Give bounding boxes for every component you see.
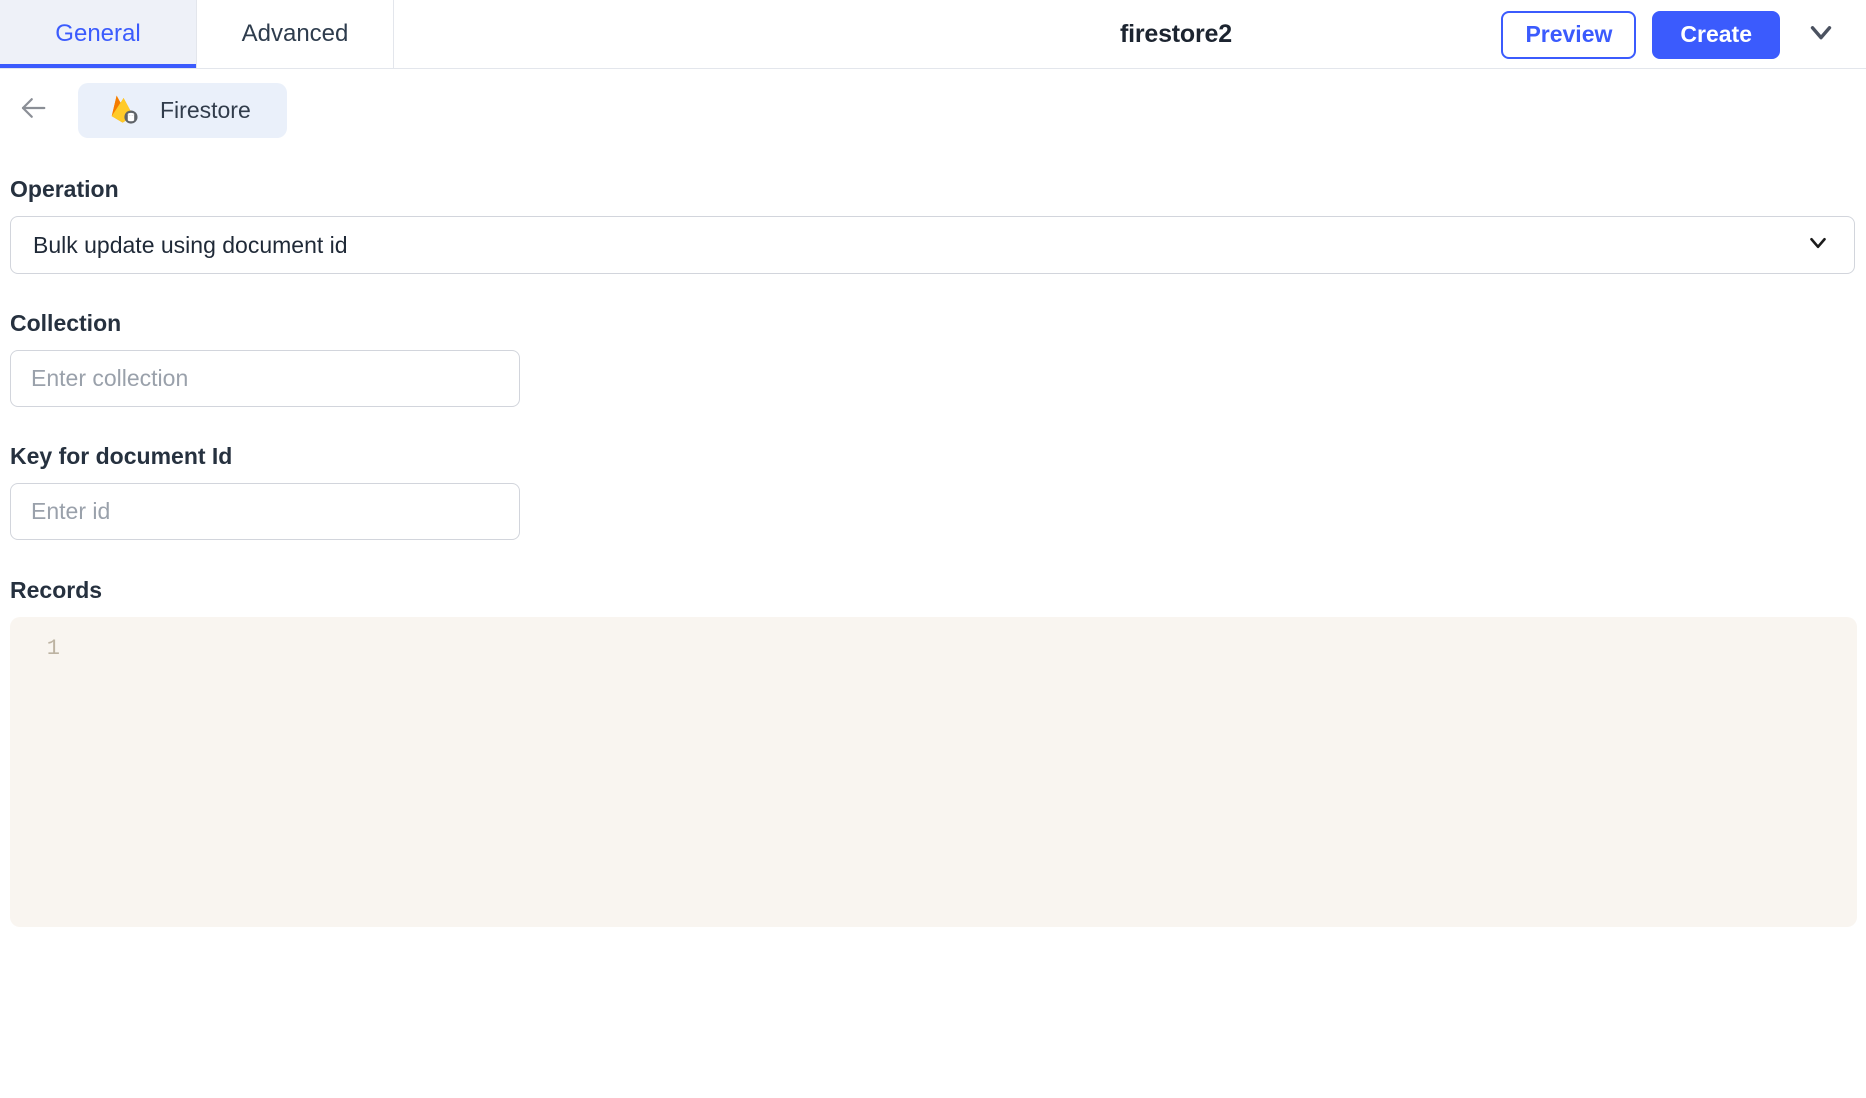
- records-code-input[interactable]: [76, 634, 1857, 927]
- tab-general[interactable]: General: [0, 0, 196, 68]
- records-label: Records: [10, 577, 1856, 604]
- breadcrumb-item-label: Firestore: [160, 97, 251, 124]
- chevron-down-icon: [1804, 15, 1838, 54]
- line-number: 1: [47, 634, 60, 664]
- breadcrumb-item-firestore[interactable]: Firestore: [78, 83, 287, 138]
- editor-gutter: 1: [10, 617, 76, 927]
- document-key-label: Key for document Id: [10, 443, 1856, 470]
- firebase-firestore-icon: [108, 93, 138, 127]
- records-code-editor[interactable]: 1: [10, 617, 1857, 927]
- operation-select-wrapper: Bulk update using document id: [10, 216, 1855, 274]
- collection-label: Collection: [10, 310, 1856, 337]
- tab-general-label: General: [55, 20, 140, 48]
- create-button[interactable]: Create: [1652, 11, 1780, 59]
- field-group-document-key: Key for document Id: [10, 443, 1856, 540]
- app-header: General Advanced firestore2 Preview Crea…: [0, 0, 1866, 69]
- operation-label: Operation: [10, 176, 1856, 203]
- settings-form: Operation Bulk update using document id …: [0, 176, 1866, 927]
- tab-advanced[interactable]: Advanced: [197, 0, 393, 68]
- field-group-records: Records 1: [10, 577, 1856, 927]
- field-group-operation: Operation Bulk update using document id: [10, 176, 1856, 274]
- field-group-collection: Collection: [10, 310, 1856, 407]
- document-key-input[interactable]: [10, 483, 520, 540]
- collapse-panel-button[interactable]: [1798, 12, 1844, 58]
- preview-button[interactable]: Preview: [1501, 11, 1636, 59]
- page-title: firestore2: [1120, 0, 1232, 69]
- operation-select-value: Bulk update using document id: [33, 232, 348, 259]
- collection-input[interactable]: [10, 350, 520, 407]
- header-actions: Preview Create: [1501, 0, 1866, 69]
- back-button[interactable]: [10, 87, 56, 133]
- tab-bar: General Advanced: [0, 0, 394, 68]
- breadcrumb: Firestore: [0, 69, 1866, 151]
- operation-select[interactable]: Bulk update using document id: [10, 216, 1855, 274]
- preview-button-label: Preview: [1525, 21, 1612, 48]
- create-button-label: Create: [1680, 21, 1752, 48]
- tab-advanced-label: Advanced: [242, 20, 349, 48]
- arrow-left-icon: [16, 93, 50, 128]
